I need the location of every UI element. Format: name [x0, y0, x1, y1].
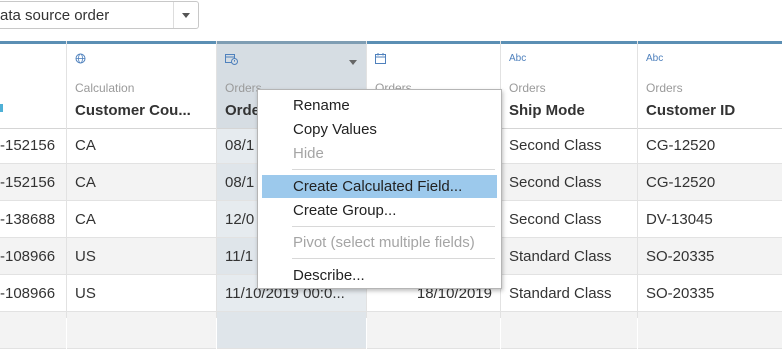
menu-item-pivot[interactable]: Pivot (select multiple fields): [258, 231, 501, 254]
field-name[interactable]: Customer ID: [646, 102, 735, 119]
menu-separator: [292, 258, 495, 259]
menu-separator: [292, 226, 495, 227]
table-cell[interactable]: Second Class: [501, 127, 637, 164]
field-name[interactable]: Ship Mode: [509, 102, 585, 119]
table-cell[interactable]: CG-12520: [638, 164, 782, 201]
menu-item-copy-values[interactable]: Copy Values: [258, 118, 501, 141]
table-cell[interactable]: Second Class: [501, 201, 637, 238]
sort-order-dropdown[interactable]: ata source order: [0, 1, 199, 29]
calendar-icon: [375, 53, 386, 67]
table-cell[interactable]: -152156: [0, 127, 66, 164]
column-header[interactable]: Calculation Customer Cou...: [67, 44, 216, 129]
string-type-icon: Abc: [509, 53, 527, 64]
field-source-label: Orders: [646, 81, 683, 95]
dropdown-arrow-button[interactable]: [173, 2, 198, 28]
table-cell[interactable]: US: [67, 275, 216, 312]
column-ship-mode[interactable]: Abc Orders Ship Mode Second Class Second…: [501, 41, 638, 349]
field-name[interactable]: Orde: [225, 102, 260, 119]
field-type-marker: [0, 104, 3, 112]
table-cell[interactable]: -152156: [0, 164, 66, 201]
field-name[interactable]: Customer Cou...: [75, 102, 213, 119]
table-cell[interactable]: CG-12520: [638, 127, 782, 164]
table-cell[interactable]: CA: [67, 201, 216, 238]
menu-item-hide[interactable]: Hide: [258, 142, 501, 165]
table-cell[interactable]: SO-20335: [638, 275, 782, 312]
table-cell[interactable]: -108966: [0, 275, 66, 312]
field-source-label: Orders: [509, 81, 546, 95]
table-cell[interactable]: -108966: [0, 238, 66, 275]
column-customer-country[interactable]: Calculation Customer Cou... CA CA CA US …: [67, 41, 217, 349]
table-cell[interactable]: Standard Class: [501, 275, 637, 312]
field-source-label: Calculation: [75, 81, 135, 95]
table-cell[interactable]: DV-13045: [638, 201, 782, 238]
column-header[interactable]: [0, 44, 66, 129]
table-cell[interactable]: SO-20335: [638, 238, 782, 275]
column-header[interactable]: Abc Orders Customer ID: [638, 44, 782, 129]
field-context-menu: Rename Copy Values Hide Create Calculate…: [257, 89, 502, 289]
menu-item-create-group[interactable]: Create Group...: [258, 199, 501, 222]
table-cell[interactable]: Second Class: [501, 164, 637, 201]
string-type-icon: Abc: [646, 53, 664, 64]
table-cell[interactable]: CA: [67, 164, 216, 201]
column-menu-chevron-icon[interactable]: [349, 60, 357, 65]
table-cell[interactable]: CA: [67, 127, 216, 164]
table-cell[interactable]: Standard Class: [501, 238, 637, 275]
menu-separator: [292, 169, 495, 170]
menu-item-describe[interactable]: Describe...: [258, 264, 501, 287]
column-header[interactable]: Abc Orders Ship Mode: [501, 44, 637, 129]
menu-item-create-calculated-field[interactable]: Create Calculated Field...: [262, 175, 497, 198]
column-row-id[interactable]: -152156 -152156 -138688 -108966 -108966: [0, 41, 67, 349]
calendar-clock-icon: [225, 53, 238, 68]
column-customer-id[interactable]: Abc Orders Customer ID CG-12520 CG-12520…: [638, 41, 782, 349]
table-cell[interactable]: -138688: [0, 201, 66, 238]
menu-item-rename[interactable]: Rename: [258, 94, 501, 117]
sort-order-value: ata source order: [0, 7, 110, 24]
chevron-down-icon: [182, 13, 190, 18]
globe-icon: [75, 53, 86, 67]
table-cell[interactable]: US: [67, 238, 216, 275]
